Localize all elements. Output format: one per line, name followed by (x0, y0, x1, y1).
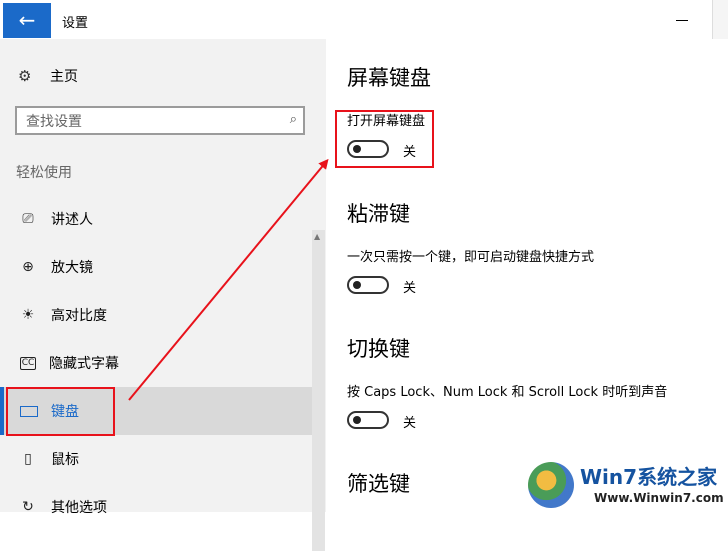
watermark-url: Www.Winwin7.com (594, 491, 724, 505)
watermark: Win7系统之家 Www.Winwin7.com (528, 458, 724, 512)
annotation-arrow (128, 158, 329, 401)
watermark-title: Win7系统之家 (580, 465, 718, 489)
windows-logo-icon (528, 462, 574, 508)
